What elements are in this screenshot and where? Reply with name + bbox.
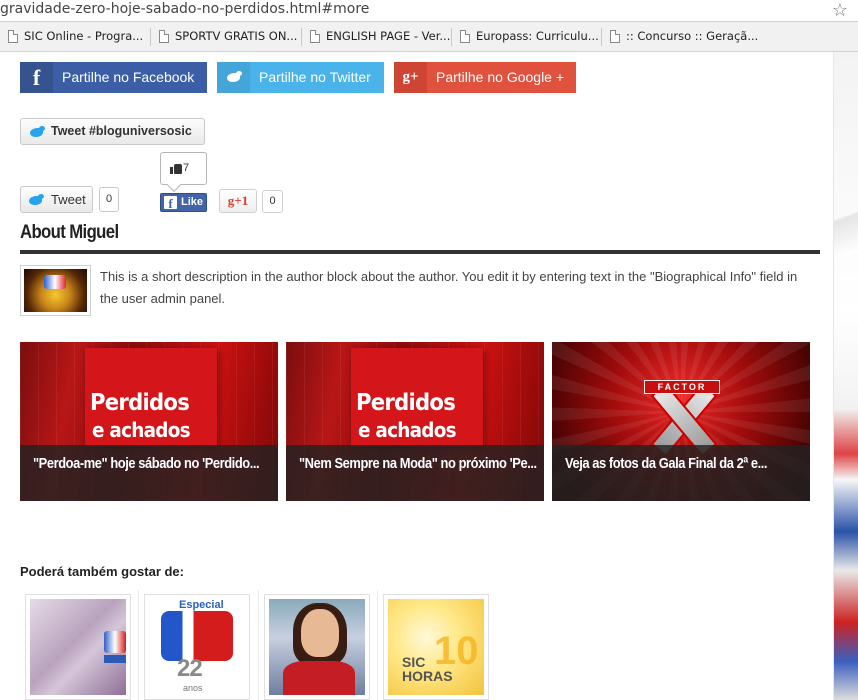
bookmark-label: ENGLISH PAGE - Ver... bbox=[326, 29, 451, 43]
bookmark-label: :: Concurso :: Geraçã... bbox=[626, 29, 759, 43]
page: gravidade-zero-hoje-sabado-no-perdidos.h… bbox=[0, 0, 858, 700]
bookmark-label: SIC Online - Progra... bbox=[24, 29, 144, 43]
also-like-thumb-2[interactable]: Especial 22 anos bbox=[144, 594, 250, 700]
author-avatar bbox=[20, 265, 91, 316]
bookmark-separator bbox=[601, 28, 602, 46]
bookmark-sportv[interactable]: SPORTV GRATIS ON... bbox=[159, 29, 297, 45]
page-icon bbox=[8, 30, 18, 43]
bookmarks-bar: SIC Online - Progra... SPORTV GRATIS ON.… bbox=[0, 22, 858, 52]
bookmark-separator bbox=[301, 28, 302, 46]
about-divider bbox=[20, 250, 820, 254]
tweet-count: 0 bbox=[99, 187, 119, 212]
twitter-bird-icon bbox=[28, 125, 46, 139]
image-title-line2: e achados bbox=[92, 418, 191, 442]
google-plus-count: 0 bbox=[262, 190, 283, 213]
page-icon bbox=[159, 30, 169, 43]
sic-logo-icon bbox=[104, 631, 126, 653]
image-title-line1: Perdidos bbox=[356, 390, 456, 416]
background-decoration bbox=[834, 52, 858, 700]
also-like-title: Poderá também gostar de: bbox=[20, 564, 184, 579]
related-post-caption[interactable]: Veja as fotos da Gala Final da 2ª e... bbox=[552, 445, 810, 501]
google-plus-one-button[interactable]: g+1 bbox=[219, 189, 257, 213]
also-like-thumb-1[interactable] bbox=[25, 594, 131, 700]
bookmark-separator bbox=[150, 28, 151, 46]
like-count-bubble: 7 bbox=[160, 152, 207, 185]
facebook-icon: f bbox=[20, 62, 53, 93]
image-title-line1: Perdidos bbox=[90, 390, 190, 416]
bookmark-label: Europass: Curriculu... bbox=[476, 29, 599, 43]
google-plus-icon: g+ bbox=[394, 62, 427, 93]
like-label: Like bbox=[181, 196, 204, 208]
author-description: This is a short description in the autho… bbox=[100, 269, 798, 306]
bookmark-sic-online[interactable]: SIC Online - Progra... bbox=[8, 29, 143, 45]
also-like-thumb-3[interactable] bbox=[264, 594, 370, 700]
page-icon bbox=[610, 30, 620, 43]
star-icon[interactable]: ☆ bbox=[832, 0, 848, 20]
sic-logo-icon bbox=[161, 611, 233, 661]
url-text[interactable]: gravidade-zero-hoje-sabado-no-perdidos.h… bbox=[0, 1, 369, 17]
thumb-number: 22 bbox=[177, 655, 203, 682]
related-post-2[interactable]: Perdidos e achados "Nem Sempre na Moda" … bbox=[286, 342, 544, 501]
x-logo-icon bbox=[646, 386, 716, 450]
bookmark-label: SPORTV GRATIS ON... bbox=[175, 29, 298, 43]
facebook-like-button[interactable]: f Like bbox=[160, 193, 207, 212]
tweet-hashtag-label: Tweet #bloguniversosic bbox=[51, 124, 192, 138]
also-like-thumb-4[interactable]: 10 SIC HORAS bbox=[383, 594, 489, 700]
related-post-1[interactable]: Perdidos e achados "Perdoa-me" hoje sába… bbox=[20, 342, 278, 501]
tweet-hashtag-button[interactable]: Tweet #bloguniversosic bbox=[20, 118, 205, 145]
twitter-bird-icon bbox=[27, 193, 45, 207]
share-google-label: Partilhe no Google + bbox=[436, 69, 565, 85]
share-twitter-button[interactable]: Partilhe no Twitter bbox=[217, 62, 384, 93]
related-post-caption[interactable]: "Perdoa-me" hoje sábado no 'Perdido... bbox=[20, 445, 278, 501]
bookmark-europass[interactable]: Europass: Curriculu... bbox=[460, 29, 599, 45]
related-post-3[interactable]: FACTOR Veja as fotos da Gala Final da 2ª… bbox=[552, 342, 810, 501]
page-icon bbox=[310, 30, 320, 43]
share-google-button[interactable]: g+ Partilhe no Google + bbox=[394, 62, 576, 93]
tweet-button[interactable]: Tweet bbox=[20, 186, 93, 213]
facebook-icon: f bbox=[164, 196, 177, 211]
related-post-caption[interactable]: "Nem Sempre na Moda" no próximo 'Pe... bbox=[286, 445, 544, 501]
like-count: 7 bbox=[183, 162, 190, 174]
share-twitter-label: Partilhe no Twitter bbox=[259, 69, 371, 85]
address-bar[interactable]: gravidade-zero-hoje-sabado-no-perdidos.h… bbox=[0, 0, 858, 22]
twitter-icon bbox=[217, 62, 250, 93]
thumb-top-text: Especial bbox=[179, 599, 224, 611]
page-icon bbox=[460, 30, 470, 43]
bookmark-concurso[interactable]: :: Concurso :: Geraçã... bbox=[610, 29, 758, 45]
share-facebook-button[interactable]: f Partilhe no Facebook bbox=[20, 62, 207, 93]
thumb-text: SIC HORAS bbox=[402, 654, 453, 684]
bookmark-separator bbox=[451, 28, 452, 46]
thumbs-up-icon bbox=[170, 162, 182, 174]
image-title-line2: e achados bbox=[358, 418, 457, 442]
factor-label: FACTOR bbox=[644, 380, 720, 394]
tweet-label: Tweet bbox=[51, 192, 86, 207]
bookmark-english-page[interactable]: ENGLISH PAGE - Ver... bbox=[310, 29, 450, 45]
about-title: About Miguel bbox=[20, 222, 119, 243]
share-facebook-label: Partilhe no Facebook bbox=[62, 69, 195, 85]
thumb-subtext: anos bbox=[183, 683, 203, 693]
